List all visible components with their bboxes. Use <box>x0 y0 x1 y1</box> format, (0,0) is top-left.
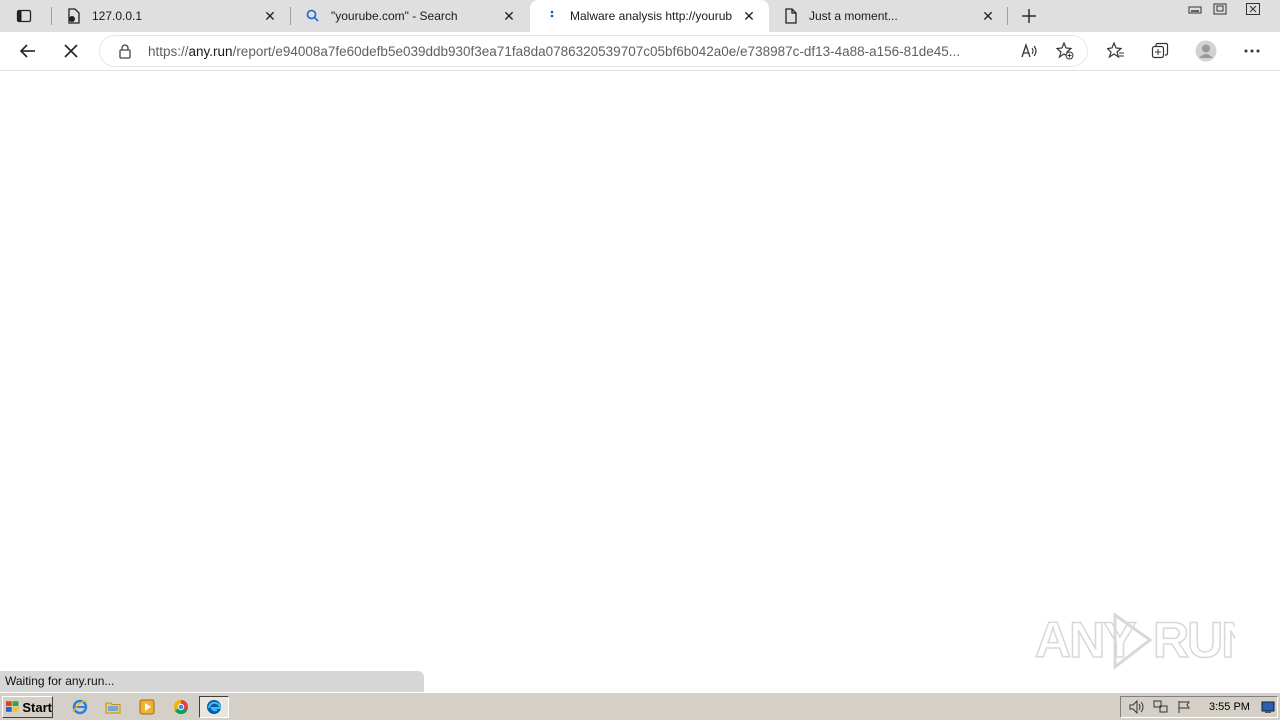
tab-127-0-0-1[interactable]: 127.0.0.1 ✕ <box>52 0 290 32</box>
status-bar: Waiting for any.run... <box>0 671 424 692</box>
loading-dots-icon <box>550 10 554 18</box>
tab-title: Just a moment... <box>809 9 898 23</box>
network-icon[interactable] <box>1153 700 1169 714</box>
more-dots-icon <box>1244 49 1260 53</box>
back-button[interactable] <box>14 37 42 65</box>
collections-button[interactable] <box>1146 37 1174 65</box>
tab-search[interactable]: "yourube.com" - Search ✕ <box>291 0 528 32</box>
close-icon[interactable]: ✕ <box>501 8 517 24</box>
tab-malware-analysis[interactable]: Malware analysis http://yourub ✕ <box>530 0 769 32</box>
action-center-flag-icon[interactable] <box>1177 700 1193 714</box>
page-content <box>0 71 1280 671</box>
show-desktop-icon[interactable] <box>1261 700 1275 714</box>
add-favorite-button[interactable] <box>1051 37 1079 65</box>
url-path: /report/e94008a7fe60defb5e039ddb930f3ea7… <box>232 44 960 59</box>
tab-title: "yourube.com" - Search <box>331 9 458 23</box>
folder-icon <box>105 702 121 714</box>
browser-toolbar: https://any.run/report/e94008a7fe60defb5… <box>0 32 1280 71</box>
close-icon <box>1246 3 1260 15</box>
lock-icon[interactable] <box>118 44 132 59</box>
minimize-icon <box>1188 6 1202 14</box>
profile-button[interactable] <box>1192 37 1220 65</box>
avatar-icon <box>1195 40 1217 62</box>
taskbar-ie[interactable] <box>68 696 92 718</box>
windows-logo-icon <box>5 701 19 712</box>
taskbar-edge[interactable] <box>199 696 229 718</box>
internet-explorer-icon <box>72 699 88 715</box>
taskbar-explorer[interactable] <box>101 696 125 718</box>
settings-more-button[interactable] <box>1238 37 1266 65</box>
restore-button[interactable] <box>1208 0 1232 18</box>
read-aloud-icon <box>1021 43 1037 58</box>
start-button[interactable]: Start <box>2 696 53 718</box>
watermark-logo: ANY RUN <box>1034 611 1258 671</box>
windows-taskbar: Start 3:55 PM <box>0 692 1280 720</box>
star-plus-icon <box>1056 42 1074 60</box>
start-label: Start <box>22 699 52 715</box>
favorites-icon <box>1107 42 1124 59</box>
collections-icon <box>1151 42 1169 59</box>
address-bar[interactable]: https://any.run/report/e94008a7fe60defb5… <box>100 36 1087 66</box>
read-aloud-button[interactable] <box>1015 37 1043 65</box>
new-tab-button[interactable] <box>1015 2 1043 30</box>
close-icon[interactable]: ✕ <box>262 8 278 24</box>
tab-just-a-moment[interactable]: Just a moment... ✕ <box>769 0 1007 32</box>
url-host: any.run <box>188 44 233 59</box>
clock[interactable]: 3:55 PM <box>1209 701 1250 713</box>
taskbar-chrome[interactable] <box>169 696 193 718</box>
edge-icon <box>207 700 222 714</box>
stop-x-icon <box>64 44 78 58</box>
taskbar-media-player[interactable] <box>135 696 159 718</box>
tab-bar: 127.0.0.1 ✕ "yourube.com" - Search ✕ Mal… <box>0 0 1280 32</box>
search-icon <box>306 9 319 22</box>
plus-icon <box>1022 9 1036 23</box>
media-player-icon <box>139 699 155 715</box>
tab-actions-icon <box>16 9 32 23</box>
watermark-run-text: RUN <box>1153 612 1235 668</box>
arrow-left-icon <box>19 44 35 58</box>
close-icon[interactable]: ✕ <box>980 8 996 24</box>
close-icon[interactable]: ✕ <box>741 8 757 24</box>
stop-loading-button[interactable] <box>57 37 85 65</box>
volume-icon[interactable] <box>1129 700 1145 714</box>
tab-actions-button[interactable] <box>10 2 38 30</box>
minimize-button[interactable] <box>1183 0 1207 18</box>
url-text[interactable]: https://any.run/report/e94008a7fe60defb5… <box>148 44 1008 59</box>
url-prefix: https:// <box>148 44 189 59</box>
page-lock-icon <box>68 8 80 24</box>
tab-title: 127.0.0.1 <box>92 9 143 23</box>
anyrun-watermark: ANY RUN <box>1034 605 1258 688</box>
tab-title: Malware analysis http://yourub <box>570 9 733 23</box>
chrome-icon <box>173 699 188 715</box>
window-close-button[interactable] <box>1238 0 1268 18</box>
page-icon <box>785 8 797 24</box>
restore-icon <box>1213 3 1227 15</box>
system-tray: 3:55 PM <box>1120 696 1278 718</box>
favorites-button[interactable] <box>1102 37 1130 65</box>
tab-separator <box>1007 7 1008 25</box>
